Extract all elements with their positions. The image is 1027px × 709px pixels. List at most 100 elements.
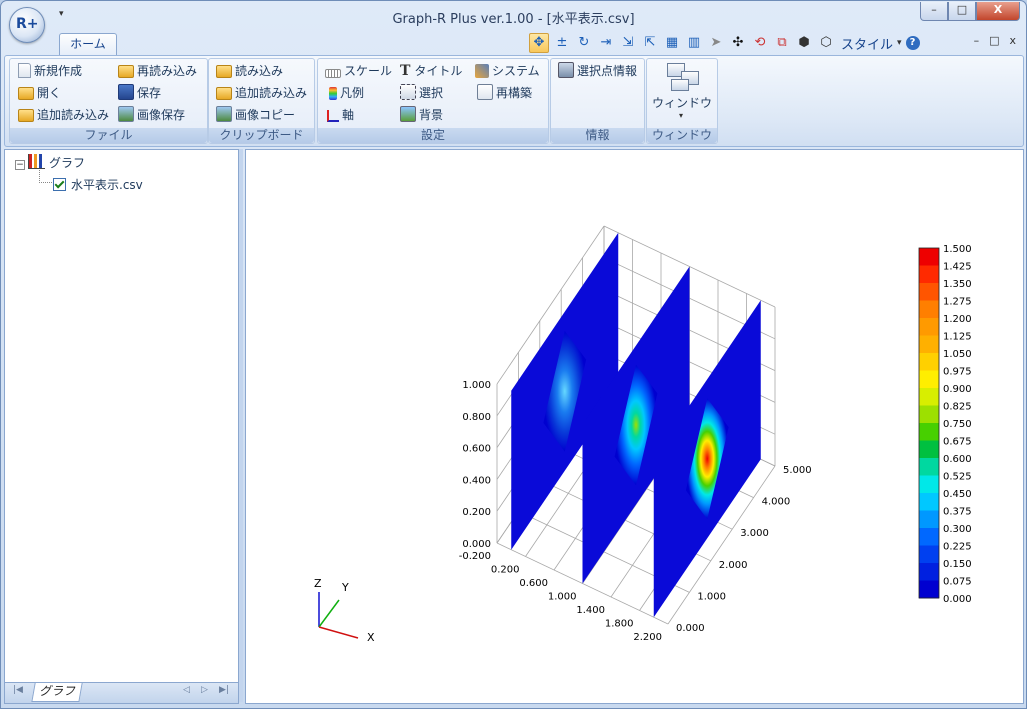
scale-xy-icon[interactable]: ⇲ [619,34,637,52]
close-button[interactable]: X [976,2,1020,21]
z-tick-label: 0.600 [462,444,491,455]
color-scale-icon[interactable]: ▦ [663,34,681,52]
append-load-label: 追加読み込み [37,108,110,122]
select-icon [400,84,416,100]
open-button[interactable]: 開く [18,83,61,103]
prev-tab-icon[interactable]: ◁ [183,685,190,695]
pointer-icon[interactable]: ➤ [707,34,725,52]
group-file: 新規作成 開く 追加読み込み 再読み込み 保存 画像保存 ファイル [9,58,208,144]
pan-icon[interactable]: ✣ [729,34,747,52]
z-tick-label: 0.000 [462,539,491,550]
legend-button[interactable]: 凡例 [329,83,364,103]
colorbar-swatch [919,283,939,301]
colorbar-swatch [919,388,939,406]
window-pane-icon [671,79,689,91]
mdi-minimize-button[interactable]: – [974,34,980,47]
workspace: − グラフ 水平表示.csv |◀ グラフ ◁ ▷ ▶| 0.000 0.200… [4,149,1024,704]
background-button[interactable]: 背景 [400,105,443,125]
view-toolbar: ✥ ± ↻ ⇥ ⇲ ⇱ ▦ ▥ ➤ ✣ ⟲ ⧉ ⬢ ⬡ スタイル ▾ ? [529,33,920,53]
selected-point-info-button[interactable]: 選択点情報 [558,61,637,81]
colorbar-swatch [919,265,939,284]
scale-button[interactable]: スケール [325,61,392,81]
tree-item-label: 水平表示.csv [71,178,143,192]
axes-indicator: Z Y X [314,577,375,644]
minimize-button[interactable]: – [920,2,948,21]
clipboard-load-button[interactable]: 読み込み [216,61,283,81]
background-icon [400,106,416,122]
pane-splitter[interactable] [239,149,243,702]
y-tick-label: 3.000 [740,528,769,539]
colorbar-label: 0.600 [943,454,972,465]
app-window: R+ ▾ Graph-R Plus ver.1.00 - [水平表示.csv] … [0,0,1027,709]
rebuild-icon [477,84,493,100]
mdi-close-button[interactable]: x [1009,34,1016,47]
reload-button[interactable]: 再読み込み [118,61,197,81]
zoom-window-icon[interactable]: ⧉ [773,34,791,52]
colorbar-swatch [919,475,939,494]
colorbar-swatch [919,248,939,266]
save-image-button[interactable]: 画像保存 [118,105,185,125]
append-folder-icon [18,109,34,122]
colorbar-swatch [919,370,939,389]
title-label: タイトル [414,64,463,78]
tab-graph[interactable]: グラフ [31,683,83,702]
y-tick-label: 0.000 [676,623,705,634]
mdi-restore-button[interactable]: □ [989,34,999,47]
x-tick-label: 0.200 [491,565,520,576]
box-icon[interactable]: ⬢ [795,34,813,52]
scale-x-icon[interactable]: ⇥ [597,34,615,52]
copy-image-button[interactable]: 画像コピー [216,105,295,125]
maximize-button[interactable]: □ [948,2,976,21]
save-button[interactable]: 保存 [118,83,161,103]
reset-rotate-icon[interactable]: ⟲ [751,34,769,52]
save-icon [118,84,134,100]
help-icon[interactable]: ? [905,36,920,50]
color-scale-b-icon[interactable]: ▥ [685,34,703,52]
colorbar-label: 0.225 [943,542,972,553]
plus-minus-icon[interactable]: ± [553,34,571,52]
clipboard-append-button[interactable]: 追加読み込み [216,83,307,103]
style-menu[interactable]: スタイル [841,34,893,53]
colorbar: 1.500 1.425 1.350 1.275 1.200 1.125 1.050 0.975… [918,244,972,605]
axis-button[interactable]: 軸 [327,105,354,125]
colorbar-swatch [919,318,939,336]
title-button[interactable]: T タイトル [400,61,462,81]
system-label: システム [492,64,540,78]
last-tab-icon[interactable]: ▶| [219,685,229,695]
rebuild-button[interactable]: 再構築 [477,83,532,103]
system-button[interactable]: システム [475,61,540,81]
group-clipboard-label: クリップボード [209,128,314,143]
window-dropdown-icon[interactable]: ▾ [679,111,683,120]
select-button[interactable]: 選択 [400,83,443,103]
legend-label: 凡例 [340,86,365,100]
tab-home[interactable]: ホーム [59,33,117,56]
tab-graph-label: グラフ [39,684,76,698]
copy-image-icon [216,106,232,122]
checkbox-icon[interactable] [53,178,66,191]
ribbon-tab-row: ホーム ✥ ± ↻ ⇥ ⇲ ⇱ ▦ ▥ ➤ ✣ ⟲ ⧉ ⬢ ⬡ スタイル ▾ ?… [1,31,1026,56]
clipboard-append-label: 追加読み込み [235,86,308,100]
tree-item-csv[interactable]: 水平表示.csv [53,176,143,194]
collapse-icon[interactable]: − [15,160,25,170]
colorbar-swatch [919,545,939,564]
chart-svg: 0.0000.2000.4000.6000.8001.000-0.2000.20… [314,225,972,644]
colorbar-label: 1.200 [943,314,972,325]
clipboard-append-icon [216,87,232,100]
plot-area[interactable]: 0.000 0.200 0.400 0.600 0.800 1.000 -0.200 0.20… [245,149,1024,704]
next-tab-icon[interactable]: ▷ [201,685,208,695]
scale-xz-icon[interactable]: ⇱ [641,34,659,52]
append-load-button[interactable]: 追加読み込み [18,105,109,125]
move-icon[interactable]: ✥ [529,33,549,53]
new-document-icon [18,63,31,78]
point-info-icon [558,62,574,78]
tree-connector [39,170,54,183]
new-button[interactable]: 新規作成 [18,61,82,81]
style-dropdown-icon[interactable]: ▾ [897,38,902,48]
group-settings: スケール T タイトル システム 凡例 選択 再構築 軸 背景 設定 [317,58,549,144]
window-button[interactable]: ウィンドウ [652,95,712,111]
first-tab-icon[interactable]: |◀ [13,685,23,695]
cube-icon[interactable]: ⬡ [817,34,835,52]
rotate-icon[interactable]: ↻ [575,34,593,52]
y-tick-label: 5.000 [783,465,812,476]
colorbar-label: 0.750 [943,419,972,430]
